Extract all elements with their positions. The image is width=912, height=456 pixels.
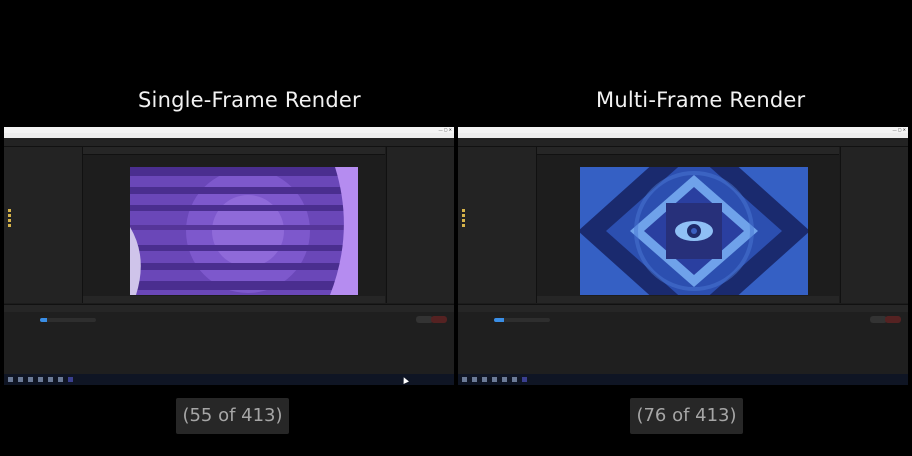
panel-item[interactable] xyxy=(387,177,454,185)
taskbar-app-icon[interactable] xyxy=(28,377,33,382)
taskbar-app-icon[interactable] xyxy=(492,377,497,382)
project-panel xyxy=(458,147,537,303)
single-frame-heading: Single-Frame Render xyxy=(138,88,361,112)
viewer-controls xyxy=(537,296,839,307)
taskbar-ae-icon[interactable] xyxy=(68,377,73,382)
viewer-tabs[interactable] xyxy=(83,147,385,155)
taskbar-app-icon[interactable] xyxy=(48,377,53,382)
render-progress xyxy=(12,318,352,323)
render-progress-bar xyxy=(494,318,550,322)
taskbar-app-icon[interactable] xyxy=(482,377,487,382)
render-progress-fill xyxy=(494,318,505,322)
render-queue-tab[interactable] xyxy=(4,305,454,312)
taskbar-ae-icon[interactable] xyxy=(522,377,527,382)
project-item[interactable] xyxy=(462,214,467,218)
windows-taskbar xyxy=(458,374,908,385)
right-panels xyxy=(840,147,908,303)
stop-button[interactable] xyxy=(431,316,447,323)
stop-button[interactable] xyxy=(885,316,901,323)
render-progress-fill xyxy=(40,318,48,322)
single-frame-counter: (55 of 413) xyxy=(176,398,289,434)
viewer-controls xyxy=(83,296,385,307)
render-queue-tab[interactable] xyxy=(458,305,908,312)
render-progress-bar xyxy=(40,318,96,322)
taskbar-start-icon[interactable] xyxy=(462,377,467,382)
composition-canvas[interactable] xyxy=(130,167,358,295)
project-item[interactable] xyxy=(8,219,13,223)
taskbar-search-icon[interactable] xyxy=(472,377,477,382)
windows-taskbar xyxy=(4,374,454,385)
viewer-tabs[interactable] xyxy=(537,147,839,155)
right-ae-window: — ▢ ✕ xyxy=(458,127,908,385)
taskbar-app-icon[interactable] xyxy=(38,377,43,382)
render-queue-panel xyxy=(458,304,908,375)
eye-icon xyxy=(675,221,713,241)
project-item[interactable] xyxy=(8,214,13,218)
project-item[interactable] xyxy=(8,209,13,213)
render-queue-panel xyxy=(4,304,454,375)
taskbar-start-icon[interactable] xyxy=(8,377,13,382)
project-item[interactable] xyxy=(462,209,467,213)
project-item[interactable] xyxy=(8,224,13,228)
taskbar-app-icon[interactable] xyxy=(58,377,63,382)
render-progress xyxy=(466,318,806,323)
composition-viewer xyxy=(537,147,839,307)
purple-stripes-artwork xyxy=(130,167,358,295)
multi-frame-counter: (76 of 413) xyxy=(630,398,743,434)
taskbar-search-icon[interactable] xyxy=(18,377,23,382)
left-ae-window: — ▢ ✕ xyxy=(4,127,454,385)
taskbar-app-icon[interactable] xyxy=(502,377,507,382)
toolbar xyxy=(458,138,908,151)
blue-eye-artwork xyxy=(580,167,808,295)
panel-item[interactable] xyxy=(841,177,908,185)
composition-viewer xyxy=(83,147,385,307)
right-panels xyxy=(386,147,454,303)
toolbar xyxy=(4,138,454,151)
multi-frame-heading: Multi-Frame Render xyxy=(596,88,806,112)
project-panel xyxy=(4,147,83,303)
project-item[interactable] xyxy=(462,224,467,228)
taskbar-app-icon[interactable] xyxy=(512,377,517,382)
composition-canvas[interactable] xyxy=(580,167,808,295)
project-item[interactable] xyxy=(462,219,467,223)
